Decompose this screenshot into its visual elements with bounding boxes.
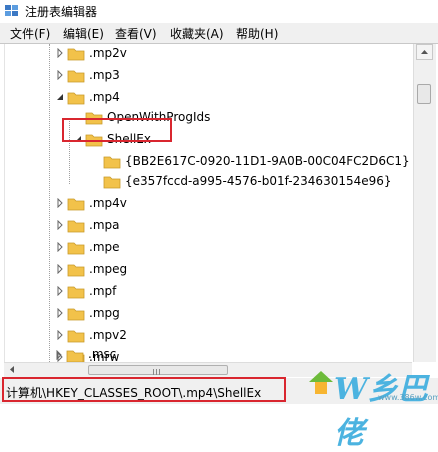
tree-item-label: .mpv2 [89, 328, 127, 342]
tree-item[interactable]: .mp4v [5, 194, 405, 214]
registry-editor-icon [5, 5, 18, 16]
tree-item-label: .mpe [89, 240, 120, 254]
expand-arrow-icon[interactable] [55, 198, 65, 208]
registry-tree[interactable]: .mp2v .mp3 .mp4 OpenWithProgIds ShellEx … [4, 44, 413, 362]
expand-arrow-icon[interactable] [55, 264, 65, 274]
menu-view[interactable]: 查看(V) [115, 25, 157, 42]
menu-favorites[interactable]: 收藏夹(A) [170, 25, 224, 42]
scroll-left-button[interactable] [4, 363, 20, 376]
scroll-thumb-horizontal[interactable] [88, 365, 228, 375]
tree-item-label: .mp4v [89, 196, 127, 210]
tree-item[interactable]: .mpa [5, 216, 405, 236]
highlight-box-path [2, 377, 286, 402]
grip-line [153, 369, 154, 375]
folder-icon [66, 350, 84, 362]
watermark-site: www.386w.com [378, 393, 438, 402]
menu-edit[interactable]: 编辑(E) [63, 25, 104, 42]
folder-icon [67, 286, 85, 299]
folder-icon [103, 156, 121, 169]
folder-icon [103, 176, 121, 189]
expand-arrow-icon[interactable] [55, 308, 65, 318]
tree-item[interactable]: .mpv2 [5, 326, 405, 346]
folder-icon [67, 198, 85, 211]
vertical-scrollbar[interactable] [413, 44, 436, 362]
tree-item[interactable]: .mpe [5, 238, 405, 258]
folder-icon [67, 242, 85, 255]
expand-arrow-icon[interactable] [55, 330, 65, 340]
tree-item-label: .mpf [89, 284, 117, 298]
house-logo-icon [309, 371, 333, 394]
window-title: 注册表编辑器 [25, 5, 98, 19]
tree-item[interactable]: .mpeg [5, 260, 405, 280]
expand-arrow-icon[interactable] [55, 70, 65, 80]
folder-icon [67, 70, 85, 83]
tree-item[interactable]: .mpf [5, 282, 405, 302]
expand-arrow-icon[interactable] [54, 350, 64, 360]
tree-item-label: .mpg [89, 306, 120, 320]
title-bar: 注册表编辑器 [0, 0, 438, 22]
tree-item-label: {BB2E617C-0920-11D1-9A0B-00C04FC2D6C1} [125, 154, 410, 168]
folder-icon [67, 220, 85, 233]
tree-item-label: .msc [88, 347, 117, 361]
scroll-thumb[interactable] [417, 84, 431, 104]
watermark-logo: W乡巴佬 www.386w.com [300, 360, 438, 451]
tree-item[interactable]: .mp4 [5, 88, 405, 108]
expand-arrow-icon[interactable] [55, 286, 65, 296]
tree-item[interactable]: {e357fccd-a995-4576-b01f-234630154e96} [5, 172, 405, 192]
grip-line [156, 369, 157, 375]
watermark-brand: W乡巴佬 [334, 372, 428, 451]
tree-item[interactable]: .mpg [5, 304, 405, 324]
tree-item[interactable]: .mp2v [5, 44, 405, 64]
expand-arrow-icon[interactable] [55, 220, 65, 230]
menu-help[interactable]: 帮助(H) [236, 25, 278, 42]
scroll-up-button[interactable] [416, 44, 433, 60]
folder-icon [67, 330, 85, 343]
menu-file[interactable]: 文件(F) [10, 25, 50, 42]
expand-arrow-icon[interactable] [55, 242, 65, 252]
tree-item-label: .mp2v [89, 46, 127, 60]
highlight-box-shellex [62, 118, 172, 142]
folder-icon [67, 48, 85, 61]
folder-icon [67, 264, 85, 277]
tree-item-label: .mpeg [89, 262, 128, 276]
menu-bar: 文件(F) 编辑(E) 查看(V) 收藏夹(A) 帮助(H) [0, 23, 438, 44]
tree-item[interactable]: .mp3 [5, 66, 405, 86]
tree-item[interactable]: {BB2E617C-0920-11D1-9A0B-00C04FC2D6C1} [5, 152, 410, 172]
tree-item-label: .mpa [89, 218, 120, 232]
arrow-up-icon [421, 50, 428, 54]
tree-item-label: .mp3 [89, 68, 120, 82]
folder-icon [67, 308, 85, 321]
tree-item-label: {e357fccd-a995-4576-b01f-234630154e96} [125, 174, 392, 188]
folder-icon [67, 92, 85, 105]
collapse-arrow-icon[interactable] [55, 92, 65, 102]
grip-line [159, 369, 160, 375]
expand-arrow-icon[interactable] [55, 48, 65, 58]
tree-item-label: .mp4 [89, 90, 120, 104]
